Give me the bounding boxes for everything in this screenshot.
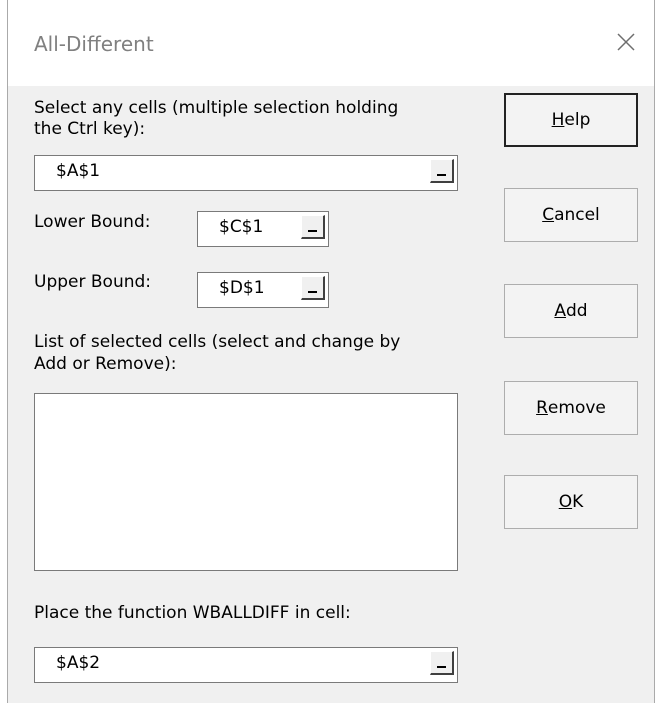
cancel-label-rest: ancel — [554, 205, 600, 225]
upper-bound-value: $D$1 — [219, 278, 265, 298]
select-cells-value: $A$1 — [56, 161, 101, 181]
place-function-label: Place the function WBALLDIFF in cell: — [34, 603, 351, 623]
ok-button[interactable]: OK — [504, 475, 638, 529]
ok-mnemonic: O — [558, 492, 573, 512]
cancel-button[interactable]: Cancel — [504, 188, 638, 242]
place-function-value: $A$2 — [56, 653, 101, 673]
cancel-mnemonic: C — [542, 205, 555, 225]
dialog-title: All-Different — [34, 32, 154, 56]
place-function-refedit[interactable]: $A$2 — [34, 647, 458, 683]
add-mnemonic: A — [554, 301, 567, 321]
selected-list-label-line2: Add or Remove): — [34, 354, 177, 374]
add-label-rest: dd — [566, 301, 588, 321]
add-button[interactable]: Add — [504, 284, 638, 338]
close-icon — [617, 33, 635, 51]
help-mnemonic: H — [551, 110, 565, 130]
all-different-dialog: All-Different Select any cells (multiple… — [7, 0, 655, 703]
remove-button[interactable]: Remove — [504, 381, 638, 435]
upper-bound-refedit[interactable]: $D$1 — [197, 272, 329, 308]
title-bar: All-Different — [8, 0, 654, 86]
lower-bound-range-button[interactable] — [301, 215, 325, 239]
lower-bound-label: Lower Bound: — [34, 212, 151, 232]
upper-bound-label: Upper Bound: — [34, 272, 152, 292]
selected-list-label-line1: List of selected cells (select and chang… — [34, 332, 401, 352]
select-cells-label-line2: the Ctrl key): — [34, 119, 146, 139]
select-cells-refedit[interactable]: $A$1 — [34, 155, 458, 191]
selected-cells-listbox[interactable] — [34, 393, 458, 571]
help-button[interactable]: Help — [504, 93, 638, 147]
remove-label-rest: emove — [547, 398, 606, 418]
range-picker-icon — [437, 666, 446, 668]
range-picker-icon — [308, 230, 317, 232]
help-label-rest: elp — [564, 110, 591, 130]
ok-label-rest: K — [572, 492, 584, 512]
remove-mnemonic: R — [536, 398, 548, 418]
close-button[interactable] — [608, 24, 644, 60]
select-cells-range-button[interactable] — [430, 159, 454, 183]
select-cells-label-line1: Select any cells (multiple selection hol… — [34, 98, 399, 118]
place-function-range-button[interactable] — [430, 651, 454, 675]
lower-bound-refedit[interactable]: $C$1 — [197, 211, 329, 247]
range-picker-icon — [308, 291, 317, 293]
lower-bound-value: $C$1 — [219, 217, 264, 237]
range-picker-icon — [437, 174, 446, 176]
upper-bound-range-button[interactable] — [301, 276, 325, 300]
